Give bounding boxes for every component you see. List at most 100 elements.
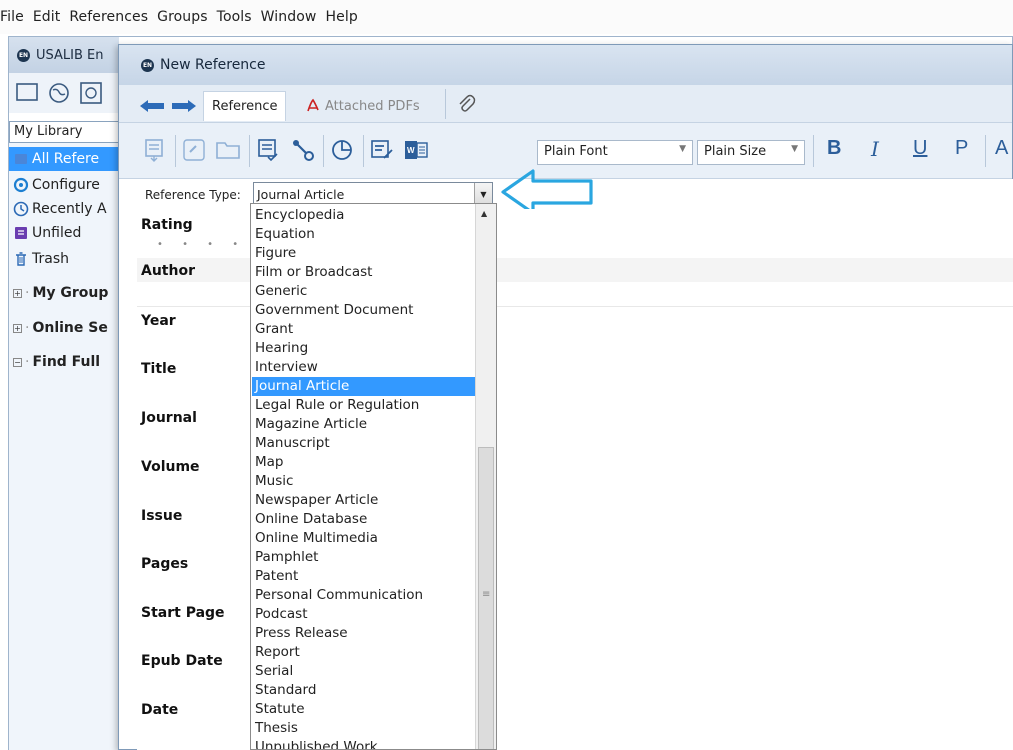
endnote-logo-icon: EN [17,48,30,62]
option-serial[interactable]: Serial [252,662,476,681]
format-bibliography-icon[interactable] [255,137,281,163]
option-unpublished-work[interactable]: Unpublished Work [252,738,476,749]
reference-type-dropdown-list[interactable]: Encyclopedia Equation Figure Film or Bro… [250,203,497,750]
tab-attached-pdfs[interactable]: Attached PDFs [297,91,428,121]
option-podcast[interactable]: Podcast [252,605,476,624]
bold-button[interactable]: B [827,137,841,160]
option-patent[interactable]: Patent [252,567,476,586]
option-film-or-broadcast[interactable]: Film or Broadcast [252,263,476,282]
dialog-tab-bar: Reference Attached PDFs [119,85,1012,123]
menu-groups[interactable]: Groups [157,9,208,25]
tab-attached-pdfs-label: Attached PDFs [325,98,420,114]
sidebar-item-all-references[interactable]: All Refere [9,147,119,171]
option-legal-rule-or-regulation[interactable]: Legal Rule or Regulation [252,396,476,415]
sidebar-group-online-search[interactable]: + · Online Se [9,316,119,340]
option-encyclopedia[interactable]: Encyclopedia [252,206,476,225]
main-window-title-text: USALIB En [36,47,104,63]
option-pamphlet[interactable]: Pamphlet [252,548,476,567]
expand-icon[interactable]: + [13,288,22,298]
toolbar-separator [813,135,814,167]
library-selector[interactable]: My Library [9,121,119,143]
menu-help[interactable]: Help [325,9,357,25]
option-equation[interactable]: Equation [252,225,476,244]
paperclip-icon[interactable] [455,93,477,115]
option-press-release[interactable]: Press Release [252,624,476,643]
option-online-multimedia[interactable]: Online Multimedia [252,529,476,548]
sync-icon [13,177,29,193]
underline-button[interactable]: U [913,137,927,160]
option-report[interactable]: Report [252,643,476,662]
sidebar-item-trash[interactable]: Trash [9,247,119,271]
dropdown-scrollbar[interactable]: ▲ ≡ [475,204,496,749]
field-label-pages: Pages [141,556,189,572]
sidebar-item-unfiled[interactable]: Unfiled [9,221,119,245]
sidebar-group-label: Online Se [32,320,108,336]
tab-reference-label: Reference [212,99,278,114]
option-statute[interactable]: Statute [252,700,476,719]
expand-icon[interactable]: + [13,323,22,333]
local-library-icon[interactable] [15,82,39,102]
menu-window[interactable]: Window [261,9,317,25]
chevron-down-icon[interactable]: ▼ [474,183,492,205]
grip-icon: ≡ [482,589,491,600]
link-file-icon[interactable] [181,137,207,163]
online-search-icon[interactable] [47,82,71,104]
find-full-text-icon[interactable] [291,137,317,163]
option-journal-article[interactable]: Journal Article [252,377,476,396]
toolbar-separator [323,135,324,167]
word-document-icon[interactable]: W [403,137,429,163]
option-generic[interactable]: Generic [252,282,476,301]
option-figure[interactable]: Figure [252,244,476,263]
reference-type-label: Reference Type: [145,188,241,202]
size-select-value: Plain Size [704,144,767,159]
edit-document-icon[interactable] [369,137,395,163]
sidebar-group-find-full-text[interactable]: − · Find Full [9,350,119,374]
option-thesis[interactable]: Thesis [252,719,476,738]
menu-edit[interactable]: Edit [33,9,61,25]
endnote-logo-icon: EN [141,58,154,72]
option-online-database[interactable]: Online Database [252,510,476,529]
option-hearing[interactable]: Hearing [252,339,476,358]
sidebar-item-label: Trash [32,251,69,267]
integrated-library-icon[interactable] [79,82,103,104]
size-select[interactable]: Plain Size ▼ [697,140,805,165]
forward-arrow-icon[interactable] [171,99,197,113]
tree-connector: · [25,354,30,370]
toolbar-separator [363,135,364,167]
font-select[interactable]: Plain Font ▼ [537,140,693,165]
sidebar-item-configure-sync[interactable]: Configure [9,173,119,197]
option-manuscript[interactable]: Manuscript [252,434,476,453]
sidebar-item-label: Recently A [32,201,107,217]
sidebar-group-label: Find Full [32,354,101,370]
scroll-up-icon[interactable]: ▲ [481,209,487,218]
trash-icon [13,251,29,267]
collapse-icon[interactable]: − [13,357,22,367]
italic-button[interactable]: I [871,137,879,161]
unfiled-icon [13,225,29,241]
sidebar-item-label: Configure [32,177,100,193]
plain-button[interactable]: P [955,137,968,160]
sidebar-group-my-groups[interactable]: + · My Group [9,281,119,305]
menu-references[interactable]: References [69,9,148,25]
option-newspaper-article[interactable]: Newspaper Article [252,491,476,510]
option-standard[interactable]: Standard [252,681,476,700]
option-grant[interactable]: Grant [252,320,476,339]
chart-icon[interactable] [329,137,355,163]
menu-tools[interactable]: Tools [217,9,252,25]
insert-citation-icon[interactable] [141,137,167,163]
tab-reference[interactable]: Reference [203,91,287,121]
option-music[interactable]: Music [252,472,476,491]
option-government-document[interactable]: Government Document [252,301,476,320]
option-personal-communication[interactable]: Personal Communication [252,586,476,605]
sidebar-item-recently-added[interactable]: Recently A [9,197,119,221]
library-sidebar: My Library All Refere Configure Recently… [9,121,119,750]
scrollbar-thumb[interactable]: ≡ [478,447,494,749]
menu-file[interactable]: File [0,9,24,25]
open-folder-icon[interactable] [215,137,241,163]
back-arrow-icon[interactable] [139,99,165,113]
font-color-button[interactable]: A [995,137,1008,160]
option-map[interactable]: Map [252,453,476,472]
option-magazine-article[interactable]: Magazine Article [252,415,476,434]
option-interview[interactable]: Interview [252,358,476,377]
field-label-volume: Volume [141,459,200,475]
